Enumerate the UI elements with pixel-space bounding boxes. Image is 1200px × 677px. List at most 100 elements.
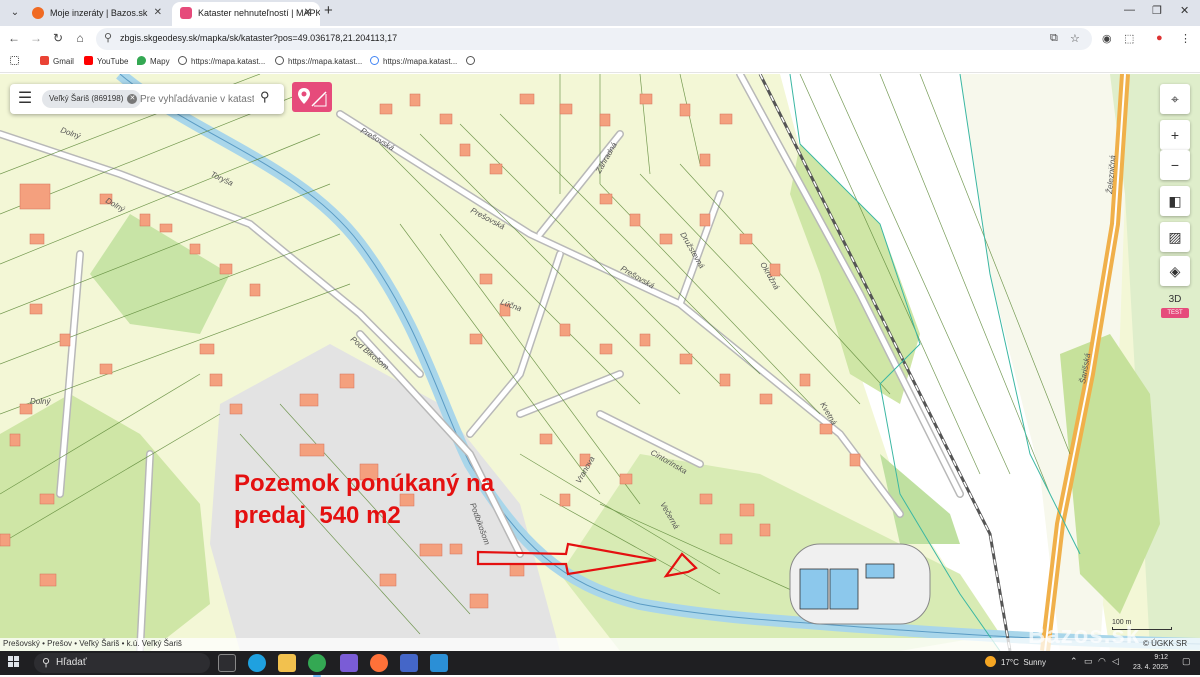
test-badge: TEST — [1161, 308, 1189, 318]
bookmark-star-icon[interactable]: ☆ — [1070, 32, 1080, 45]
taskbar-search-label: Hľadať — [56, 657, 87, 668]
annotation-line-1: Pozemok ponúkaný na — [234, 470, 495, 497]
compare-maps-button[interactable]: ◧ — [1160, 186, 1190, 216]
bookmark-mapy[interactable]: Mapy — [137, 56, 170, 66]
store-app-icon[interactable] — [340, 654, 358, 672]
cadastre-chip-label: Veľký Šariš (869198) — [49, 94, 124, 103]
globe-icon — [466, 56, 475, 65]
back-button[interactable]: ← — [5, 31, 23, 45]
taskbar-search[interactable]: ⚲ Hľadať — [34, 653, 210, 673]
sun-icon — [985, 656, 996, 667]
cadastre-map[interactable]: Toryša Prešovská Prešovská Prešovská Dol… — [0, 74, 1200, 651]
hamburger-menu-icon[interactable]: ☰ — [16, 90, 34, 108]
bookmarks-bar: Gmail YouTube Mapy https://mapa.katast..… — [0, 53, 1200, 73]
layers-icon: ◈ — [1169, 263, 1181, 279]
profile-sync-icon[interactable]: ◉ — [1102, 32, 1112, 45]
search-icon[interactable]: ⚲ — [260, 89, 270, 105]
photos-app-icon[interactable] — [430, 654, 448, 672]
forward-button[interactable]: → — [27, 31, 45, 45]
location-breadcrumb: Prešovský • Prešov • Veľký Šariš • k.ú. … — [3, 639, 182, 648]
window-close-button[interactable]: ✕ — [1180, 4, 1189, 17]
image-icon: ▨ — [1168, 229, 1182, 245]
tab-search-dropdown[interactable]: ⌄ — [6, 5, 24, 21]
clock-time: 9:12 — [1154, 654, 1168, 661]
home-button[interactable]: ⌂ — [71, 31, 89, 45]
minus-icon: − — [1170, 157, 1180, 173]
tab-strip: ⌄ Moje inzeráty | Bazos.sk ✕ Kataster ne… — [0, 0, 1200, 26]
split-view-icon: ◧ — [1168, 193, 1182, 209]
new-tab-button[interactable]: + — [324, 2, 333, 19]
map-pin-icon — [298, 88, 327, 107]
bookmark-globe[interactable] — [466, 56, 479, 66]
cadastre-search-input[interactable] — [140, 90, 254, 108]
notifications-icon[interactable]: ▢ — [1182, 656, 1191, 667]
map-canvas[interactable]: Toryša Prešovská Prešovská Prešovská Dol… — [0, 74, 1200, 651]
tab-title: Kataster nehnuteľností | MAPKA — [198, 8, 320, 18]
windows-taskbar: ⚲ Hľadať 17°C Sunny ⌃ ▭ ◠ ◁ 9:12 23. 4. … — [0, 651, 1200, 677]
apps-grid-icon[interactable] — [10, 56, 23, 66]
locate-me-button[interactable]: ⌖ — [1160, 84, 1190, 114]
gmail-icon — [40, 56, 49, 65]
bookmark-katastr-1[interactable]: https://mapa.katast... — [178, 56, 265, 66]
street-label: Dolný — [30, 397, 51, 406]
crosshair-icon: ⌖ — [1171, 91, 1179, 107]
zoom-in-button[interactable]: + — [1160, 120, 1190, 150]
firefox-icon[interactable] — [370, 654, 388, 672]
3d-view-button[interactable]: 3D TEST — [1160, 292, 1190, 322]
minimize-button[interactable]: — — [1124, 4, 1135, 16]
layers-button[interactable]: ◈ — [1160, 256, 1190, 286]
browser-toolbar: ← → ↻ ⌂ ⚲ zbgis.skgeodesy.sk/mapka/sk/ka… — [0, 26, 1200, 53]
language-icon[interactable]: ▭ — [1084, 656, 1093, 667]
tab-bazos[interactable]: Moje inzeráty | Bazos.sk ✕ — [24, 2, 170, 26]
close-icon[interactable]: ✕ — [304, 2, 312, 24]
site-info-icon[interactable]: ⚲ — [104, 31, 112, 44]
extensions-icon[interactable]: ⬚ — [1124, 32, 1134, 45]
sale-annotation: Pozemok ponúkaný na predaj 540 m2 — [234, 468, 494, 532]
more-menu-icon[interactable]: ⋮ — [1180, 32, 1191, 45]
bookmark-katastr-3[interactable]: https://mapa.katast... — [370, 56, 457, 66]
address-bar[interactable]: ⚲ zbgis.skgeodesy.sk/mapka/sk/kataster?p… — [96, 28, 1092, 50]
maximize-button[interactable]: ❐ — [1152, 4, 1162, 17]
weather-widget[interactable]: 17°C Sunny — [985, 656, 1046, 667]
copyright-text[interactable]: © ÚGKK SR — [1143, 639, 1187, 648]
chip-close-icon[interactable]: ✕ — [127, 94, 138, 104]
tab-kataster[interactable]: Kataster nehnuteľností | MAPKA ✕ — [172, 2, 320, 26]
maps-pin-icon — [137, 56, 146, 65]
windows-start-icon[interactable] — [8, 656, 20, 668]
chrome-icon[interactable] — [308, 654, 326, 677]
youtube-icon — [84, 56, 93, 65]
url-text[interactable]: zbgis.skgeodesy.sk/mapka/sk/kataster?pos… — [120, 33, 397, 43]
wifi-icon[interactable]: ◠ — [1098, 656, 1106, 667]
task-view-icon[interactable] — [218, 654, 236, 672]
map-footer: Prešovský • Prešov • Veľký Šariš • k.ú. … — [0, 638, 1200, 651]
install-app-icon[interactable]: ⧉ — [1050, 32, 1058, 45]
taskbar-clock[interactable]: 9:12 23. 4. 2025 — [1128, 653, 1168, 673]
mapka-favicon-icon — [180, 7, 192, 19]
google-icon — [370, 56, 379, 65]
bookmark-gmail[interactable]: Gmail — [40, 56, 74, 66]
plus-icon: + — [1170, 127, 1180, 143]
cadastre-filter-chip[interactable]: Veľký Šariš (869198) ✕ — [42, 90, 142, 108]
globe-icon — [275, 56, 284, 65]
3d-label: 3D — [1168, 294, 1182, 305]
bookmark-katastr-2[interactable]: https://mapa.katast... — [275, 56, 362, 66]
account-avatar-icon[interactable]: ● — [1156, 32, 1163, 44]
reload-button[interactable]: ↻ — [49, 31, 67, 45]
search-icon: ⚲ — [42, 657, 51, 669]
file-explorer-icon[interactable] — [278, 654, 296, 672]
globe-icon — [178, 56, 187, 65]
tray-overflow-icon[interactable]: ⌃ — [1070, 656, 1078, 667]
tab-title: Moje inzeráty | Bazos.sk — [50, 8, 148, 18]
zoom-out-button[interactable]: − — [1160, 150, 1190, 180]
map-background-button[interactable]: ▨ — [1160, 222, 1190, 252]
annotation-line-2: predaj 540 m2 — [234, 502, 401, 529]
bookmark-youtube[interactable]: YouTube — [84, 56, 128, 66]
weather-text: 17°C Sunny — [1001, 658, 1047, 667]
close-icon[interactable]: ✕ — [154, 2, 162, 24]
edge-icon[interactable] — [248, 654, 266, 672]
volume-icon[interactable]: ◁ — [1112, 656, 1119, 667]
save-app-icon[interactable] — [400, 654, 418, 672]
map-search-bar: ☰ Veľký Šariš (869198) ✕ ⚲ — [10, 84, 284, 114]
parcel-pin-button[interactable] — [292, 82, 332, 112]
bazos-favicon-icon — [32, 7, 44, 19]
